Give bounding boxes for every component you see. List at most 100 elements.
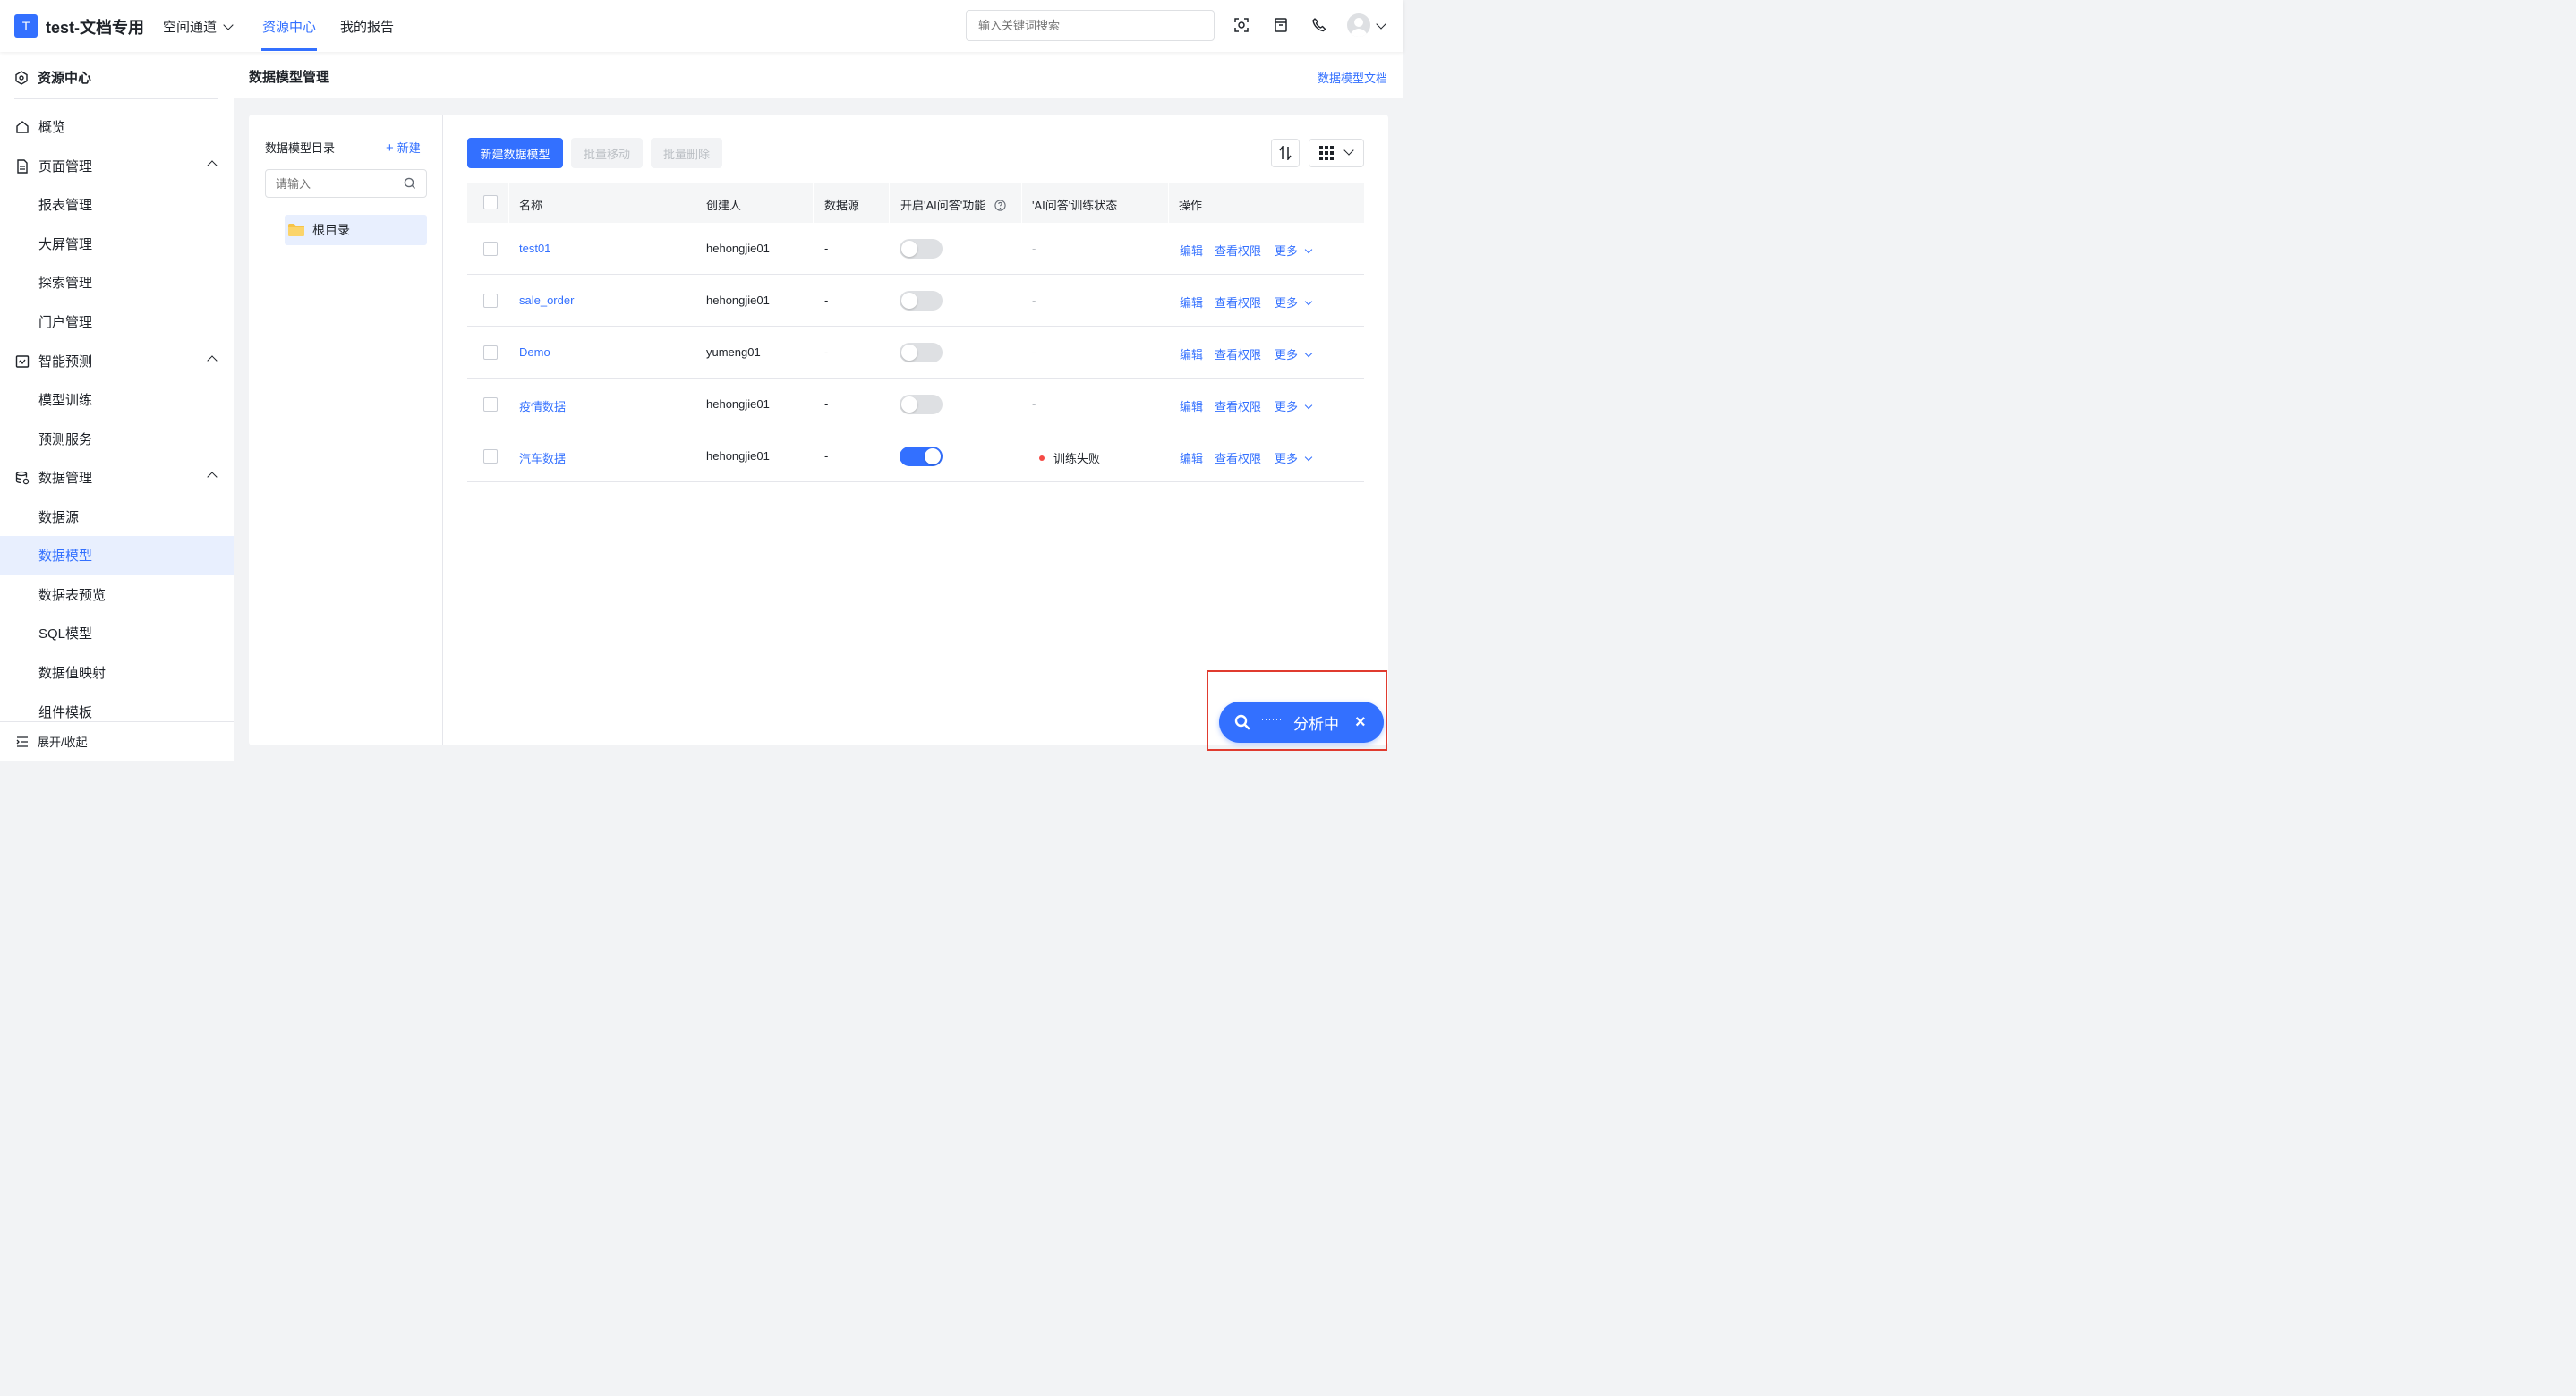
sidebar-item-predict-service[interactable]: 预测服务	[0, 420, 234, 458]
more-dropdown[interactable]: 更多	[1275, 242, 1313, 259]
model-name-link[interactable]: test01	[519, 242, 550, 255]
more-dropdown[interactable]: 更多	[1275, 294, 1313, 311]
ai-qa-toggle[interactable]	[900, 291, 943, 311]
nav-resource-center[interactable]: 资源中心	[262, 17, 316, 36]
tree-node-root[interactable]: 根目录	[285, 215, 427, 245]
sidebar-item-data-mgmt[interactable]: 数据管理	[0, 458, 234, 497]
sidebar-item-label: 概览	[38, 120, 66, 135]
creator-cell: hehongjie01	[706, 449, 770, 463]
model-name-link[interactable]: 疫情数据	[519, 397, 566, 414]
row-checkbox[interactable]	[483, 294, 498, 308]
edit-link[interactable]: 编辑	[1180, 449, 1203, 466]
toggle-knob	[901, 396, 917, 413]
view-permission-link[interactable]: 查看权限	[1215, 345, 1261, 362]
sidebar-header-label: 资源中心	[38, 71, 92, 86]
creator-cell: hehongjie01	[706, 397, 770, 411]
ai-status-cell: -	[1032, 242, 1036, 255]
sidebar-item-sql-model[interactable]: SQL模型	[0, 614, 234, 652]
nav-space-channel-label: 空间通道	[163, 20, 218, 35]
nav-space-channel[interactable]: 空间通道	[163, 17, 234, 36]
avatar[interactable]	[1347, 13, 1370, 37]
more-label: 更多	[1275, 244, 1299, 258]
search-icon[interactable]	[404, 177, 416, 190]
chevron-down-icon	[223, 20, 234, 30]
row-checkbox[interactable]	[483, 242, 498, 256]
row-checkbox[interactable]	[483, 449, 498, 464]
phone-icon[interactable]	[1311, 17, 1327, 33]
sidebar-item-portal-mgmt[interactable]: 门户管理	[0, 302, 234, 341]
column-header-actions: 操作	[1179, 199, 1203, 212]
help-icon[interactable]	[994, 200, 1006, 211]
sidebar-item-label: 页面管理	[38, 159, 93, 174]
sidebar-item-report-mgmt[interactable]: 报表管理	[0, 185, 234, 224]
ai-qa-toggle[interactable]	[900, 395, 943, 414]
sidebar-item-smart-predict[interactable]: 智能预测	[0, 342, 234, 380]
sidebar-item-label: 智能预测	[38, 354, 93, 370]
view-permission-link[interactable]: 查看权限	[1215, 242, 1261, 259]
edit-link[interactable]: 编辑	[1180, 242, 1203, 259]
row-checkbox[interactable]	[483, 397, 498, 412]
nav-my-reports[interactable]: 我的报告	[340, 17, 394, 36]
select-all-checkbox[interactable]	[483, 195, 498, 209]
sidebar-item-overview[interactable]: 概览	[0, 107, 234, 146]
directory-search-input[interactable]	[265, 169, 427, 198]
view-permission-link[interactable]: 查看权限	[1215, 449, 1261, 466]
file-icon	[17, 158, 28, 174]
sort-button[interactable]	[1271, 139, 1300, 167]
model-name-link[interactable]: sale_order	[519, 294, 574, 307]
sidebar-item-data-model[interactable]: 数据模型	[0, 536, 234, 575]
data-model-doc-link[interactable]: 数据模型文档	[1318, 69, 1387, 86]
column-divider	[813, 183, 814, 223]
sidebar-item-model-training[interactable]: 模型训练	[0, 380, 234, 419]
database-icon	[15, 471, 30, 484]
batch-move-button[interactable]: 批量移动	[571, 138, 643, 168]
content-panel: 数据模型目录 +新建 根目录 新建数据模型 批量移动 批量删除	[249, 115, 1388, 745]
edit-link[interactable]: 编辑	[1180, 345, 1203, 362]
edit-link[interactable]: 编辑	[1180, 397, 1203, 414]
more-label: 更多	[1275, 400, 1299, 413]
close-icon[interactable]: ×	[1355, 712, 1366, 733]
view-permission-link[interactable]: 查看权限	[1215, 294, 1261, 311]
table-header: 名称 创建人 数据源 开启'AI问答'功能 'AI问答'训练状态 操作	[467, 183, 1364, 223]
sidebar-collapse-toggle[interactable]: 展开/收起	[0, 721, 234, 761]
creator-cell: hehongjie01	[706, 242, 770, 255]
model-name-link[interactable]: 汽车数据	[519, 449, 566, 466]
view-mode-select[interactable]	[1309, 139, 1364, 167]
ai-qa-toggle[interactable]	[900, 343, 943, 362]
batch-delete-button[interactable]: 批量删除	[651, 138, 722, 168]
more-dropdown[interactable]: 更多	[1275, 397, 1313, 414]
column-divider	[889, 183, 890, 223]
sidebar-item-bigscreen-mgmt[interactable]: 大屏管理	[0, 225, 234, 263]
chevron-down-icon[interactable]	[1376, 19, 1386, 30]
model-name-link[interactable]: Demo	[519, 345, 550, 359]
view-permission-link[interactable]: 查看权限	[1215, 397, 1261, 414]
sidebar-item-page-mgmt[interactable]: 页面管理	[0, 147, 234, 185]
edit-link[interactable]: 编辑	[1180, 294, 1203, 311]
table-row: test01 hehongjie01 - - 编辑 查看权限 更多	[467, 223, 1364, 275]
ai-status-label: 训练失败	[1053, 452, 1101, 465]
row-checkbox[interactable]	[483, 345, 498, 360]
chevron-up-icon	[207, 355, 218, 366]
sidebar-header: 资源中心	[14, 68, 91, 87]
sidebar-item-explore-mgmt[interactable]: 探索管理	[0, 263, 234, 302]
new-data-model-button[interactable]: 新建数据模型	[467, 138, 563, 168]
app-logo[interactable]: T	[14, 14, 38, 38]
new-directory-button[interactable]: + 新建	[386, 139, 421, 156]
sort-icon	[1279, 146, 1292, 160]
app-title[interactable]: test-文档专用	[46, 15, 144, 38]
ai-qa-toggle[interactable]	[900, 447, 943, 466]
scan-icon[interactable]	[1233, 17, 1250, 33]
datasource-cell: -	[824, 242, 829, 255]
sidebar-item-table-preview[interactable]: 数据表预览	[0, 575, 234, 614]
document-icon[interactable]	[1273, 17, 1289, 33]
more-dropdown[interactable]: 更多	[1275, 345, 1313, 362]
search-icon	[1234, 714, 1250, 730]
column-header-datasource: 数据源	[824, 199, 860, 212]
sidebar-item-value-mapping[interactable]: 数据值映射	[0, 653, 234, 692]
analysis-floating-button[interactable]: ······· 分析中 ×	[1219, 702, 1384, 743]
sidebar-item-datasource[interactable]: 数据源	[0, 498, 234, 536]
ai-qa-toggle[interactable]	[900, 239, 943, 259]
more-dropdown[interactable]: 更多	[1275, 449, 1313, 466]
directory-title: 数据模型目录	[265, 141, 336, 155]
search-input[interactable]	[966, 10, 1215, 41]
